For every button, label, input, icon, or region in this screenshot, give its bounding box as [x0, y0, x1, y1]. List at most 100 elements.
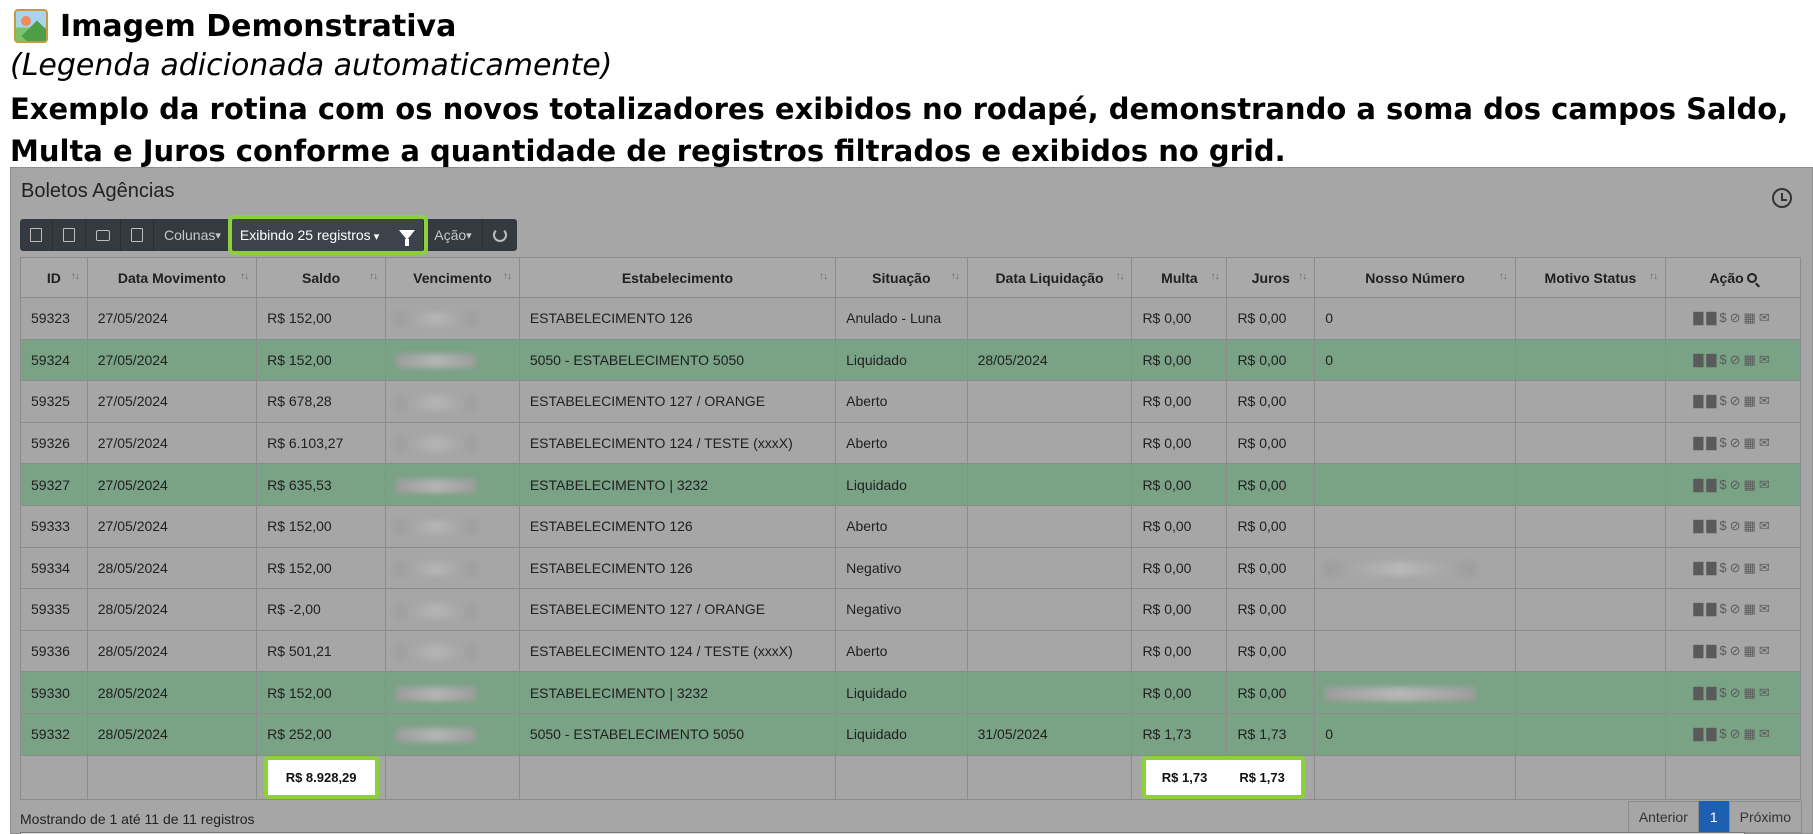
file-icon[interactable]: ▇ [1706, 560, 1719, 575]
envelope-icon[interactable]: ✉ [1759, 477, 1773, 492]
envelope-icon[interactable]: ✉ [1759, 560, 1773, 575]
colunas-dropdown[interactable]: Colunas [154, 219, 232, 251]
table-row[interactable]: 59333 27/05/2024 R$ 152,00 ESTABELECIMENTO … [20, 504, 1801, 548]
file-icon[interactable]: ▇ [1693, 726, 1706, 741]
calendar-icon[interactable]: ▦ [1744, 643, 1759, 658]
calendar-icon[interactable]: ▦ [1744, 393, 1759, 408]
file-icon[interactable]: ▇ [1693, 643, 1706, 658]
file-icon[interactable]: ▇ [1693, 477, 1706, 492]
envelope-icon[interactable]: ✉ [1759, 352, 1773, 367]
calendar-icon[interactable]: ▦ [1744, 518, 1759, 533]
calendar-icon[interactable]: ▦ [1744, 435, 1759, 450]
col-header-data-liquidacao[interactable]: Data Liquidação ↑↓ [966, 257, 1133, 298]
calendar-icon[interactable]: ▦ [1744, 352, 1759, 367]
col-header-situacao[interactable]: Situação ↑↓ [835, 257, 968, 298]
table-row[interactable]: 59326 27/05/2024 R$ 6.103,27 ESTABELECIMENT… [20, 421, 1801, 465]
dollar-icon[interactable]: $ [1719, 518, 1729, 533]
table-row[interactable]: 59332 28/05/2024 R$ 252,00 5050 - ESTABELEC… [20, 712, 1801, 756]
ban-icon[interactable]: ⊘ [1730, 310, 1744, 325]
envelope-icon[interactable]: ✉ [1759, 685, 1773, 700]
file-icon[interactable]: ▇ [1693, 560, 1706, 575]
envelope-icon[interactable]: ✉ [1759, 310, 1773, 325]
ban-icon[interactable]: ⊘ [1730, 352, 1744, 367]
print-button[interactable] [86, 219, 121, 251]
file-icon[interactable]: ▇ [1706, 518, 1719, 533]
copy-button[interactable] [20, 219, 53, 251]
file-icon[interactable]: ▇ [1693, 685, 1706, 700]
envelope-icon[interactable]: ✉ [1759, 435, 1773, 450]
envelope-icon[interactable]: ✉ [1759, 643, 1773, 658]
table-row[interactable]: 59325 27/05/2024 R$ 678,28 ESTABELECIMENTO … [20, 380, 1801, 423]
ban-icon[interactable]: ⊘ [1730, 560, 1744, 575]
file-icon[interactable]: ▇ [1706, 685, 1719, 700]
file-icon[interactable]: ▇ [1706, 435, 1719, 450]
exibindo-registros-dropdown[interactable]: Exibindo 25 registros [227, 215, 429, 255]
pagination-prev[interactable]: Anterior [1627, 801, 1699, 833]
col-header-data-movimento[interactable]: Data Movimento ↑↓ [86, 257, 258, 298]
calendar-icon[interactable]: ▦ [1744, 310, 1759, 325]
file-icon[interactable]: ▇ [1706, 726, 1719, 741]
table-row[interactable]: 59327 27/05/2024 R$ 635,53 ESTABELECIMENTO … [20, 463, 1801, 506]
acao-dropdown[interactable]: Ação [424, 219, 483, 251]
ban-icon[interactable]: ⊘ [1730, 685, 1744, 700]
filter-icon[interactable] [399, 230, 416, 246]
ban-icon[interactable]: ⊘ [1730, 518, 1744, 533]
refresh-button[interactable] [483, 219, 517, 251]
dollar-icon[interactable]: $ [1719, 643, 1729, 658]
col-header-juros[interactable]: Juros ↑↓ [1226, 257, 1316, 298]
dollar-icon[interactable]: $ [1719, 393, 1729, 408]
file-icon[interactable]: ▇ [1706, 393, 1719, 408]
pagination-next[interactable]: Próximo [1728, 801, 1802, 833]
calendar-icon[interactable]: ▦ [1744, 601, 1759, 616]
ban-icon[interactable]: ⊘ [1730, 726, 1744, 741]
history-icon[interactable] [1772, 188, 1792, 208]
ban-icon[interactable]: ⊘ [1730, 601, 1744, 616]
export-button[interactable] [53, 219, 86, 251]
file-icon[interactable]: ▇ [1693, 393, 1706, 408]
ban-icon[interactable]: ⊘ [1730, 393, 1744, 408]
envelope-icon[interactable]: ✉ [1759, 726, 1773, 741]
dollar-icon[interactable]: $ [1719, 477, 1729, 492]
file-icon[interactable]: ▇ [1706, 477, 1719, 492]
col-header-multa[interactable]: Multa ↑↓ [1131, 257, 1228, 298]
col-header-vencimento[interactable]: Vencimento ↑↓ [385, 257, 520, 298]
envelope-icon[interactable]: ✉ [1759, 601, 1773, 616]
file-icon[interactable]: ▇ [1706, 601, 1719, 616]
search-icon[interactable] [1746, 272, 1757, 283]
calendar-icon[interactable]: ▦ [1744, 477, 1759, 492]
file-icon[interactable]: ▇ [1706, 643, 1719, 658]
dollar-icon[interactable]: $ [1719, 435, 1729, 450]
ban-icon[interactable]: ⊘ [1730, 643, 1744, 658]
ban-icon[interactable]: ⊘ [1730, 477, 1744, 492]
pagination-page[interactable]: 1 [1698, 801, 1729, 833]
calendar-icon[interactable]: ▦ [1744, 726, 1759, 741]
table-row[interactable]: 59324 27/05/2024 R$ 152,00 5050 - ESTABELEC… [20, 338, 1801, 382]
file-icon[interactable]: ▇ [1693, 435, 1706, 450]
col-header-estabelecimento[interactable]: Estabelecimento ↑↓ [518, 257, 837, 298]
table-row[interactable]: 59323 27/05/2024 R$ 152,00 ESTABELECIMENTO … [20, 297, 1801, 340]
pdf-button[interactable] [121, 219, 154, 251]
ban-icon[interactable]: ⊘ [1730, 435, 1744, 450]
file-icon[interactable]: ▇ [1693, 310, 1706, 325]
dollar-icon[interactable]: $ [1719, 726, 1729, 741]
table-row[interactable]: 59335 28/05/2024 R$ -2,00 ESTABELECIMENTO 1… [20, 588, 1801, 631]
col-header-nosso-numero[interactable]: Nosso Número ↑↓ [1314, 257, 1516, 298]
file-icon[interactable]: ▇ [1706, 352, 1719, 367]
file-icon[interactable]: ▇ [1693, 518, 1706, 533]
file-icon[interactable]: ▇ [1706, 310, 1719, 325]
envelope-icon[interactable]: ✉ [1759, 518, 1773, 533]
file-icon[interactable]: ▇ [1693, 352, 1706, 367]
envelope-icon[interactable]: ✉ [1759, 393, 1773, 408]
file-icon[interactable]: ▇ [1693, 601, 1706, 616]
dollar-icon[interactable]: $ [1719, 352, 1729, 367]
dollar-icon[interactable]: $ [1719, 601, 1729, 616]
table-row[interactable]: 59330 28/05/2024 R$ 152,00 ESTABELECIMENTO … [20, 671, 1801, 714]
col-header-id[interactable]: ID ↑↓ [20, 257, 88, 298]
dollar-icon[interactable]: $ [1719, 310, 1729, 325]
col-header-saldo[interactable]: Saldo ↑↓ [256, 257, 387, 298]
dollar-icon[interactable]: $ [1719, 685, 1729, 700]
table-row[interactable]: 59334 28/05/2024 R$ 152,00 ESTABELECIMENTO … [20, 546, 1801, 590]
col-header-motivo-status[interactable]: Motivo Status ↑↓ [1514, 257, 1667, 298]
col-header-acao[interactable]: Ação [1665, 257, 1801, 298]
table-row[interactable]: 59336 28/05/2024 R$ 501,21 ESTABELECIMENTO … [20, 629, 1801, 673]
